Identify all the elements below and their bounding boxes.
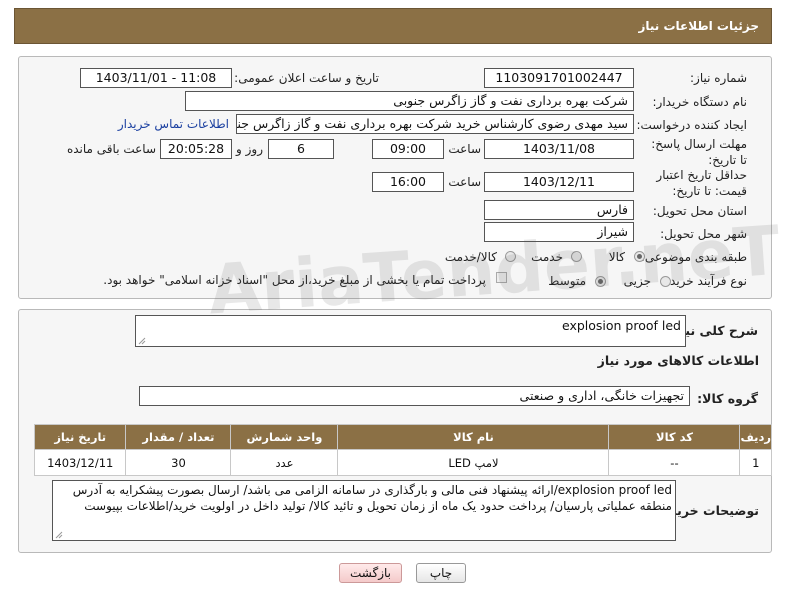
description-field: explosion proof led xyxy=(135,315,686,347)
need-number-field: 1103091701002447 xyxy=(484,68,634,88)
cell-item-name: لامپ LED xyxy=(337,449,610,476)
goods-group-field: تجهیزات خانگی، اداری و صنعتی xyxy=(139,386,690,406)
goods-group-label: گروه کالا: xyxy=(697,391,758,406)
days-label: روز و xyxy=(236,142,263,156)
province-field: فارس xyxy=(484,200,634,220)
description-text: explosion proof led xyxy=(561,318,681,333)
col-item-name: نام کالا xyxy=(337,424,610,450)
col-unit: واحد شمارش xyxy=(230,424,339,450)
days-field: 6 xyxy=(268,139,334,159)
cell-row-number: 1 xyxy=(739,449,772,476)
cell-quantity: 30 xyxy=(125,449,232,476)
col-quantity: تعداد / مقدار xyxy=(125,424,232,450)
need-number-label: شماره نیاز: xyxy=(690,71,747,85)
price-validity-label: حداقل تاریخ اعتبار قیمت: تا تاریخ: xyxy=(656,168,747,198)
price-date-field: 1403/12/11 xyxy=(484,172,634,192)
goods-table-header-row: ردیف کد کالا نام کالا واحد شمارش تعداد /… xyxy=(33,424,772,450)
announce-field: 1403/11/01 - 11:08 xyxy=(80,68,232,88)
creator-label: ایجاد کننده درخواست: xyxy=(636,118,747,132)
reply-date-field: 1403/11/08 xyxy=(484,139,634,159)
page-title: جزئیات اطلاعات نیاز xyxy=(638,19,759,33)
table-row: 1 -- لامپ LED عدد 30 1403/12/11 xyxy=(33,449,772,476)
price-time-label: ساعت xyxy=(448,175,481,189)
resize-grip-icon[interactable] xyxy=(55,531,63,539)
remaining-label: ساعت باقی مانده xyxy=(66,142,156,156)
buyer-contact-link[interactable]: اطلاعات تماس خریدار xyxy=(118,117,229,131)
buyer-notes-field: explosion proof led/ارائه پیشنهاد فنی ما… xyxy=(52,480,676,541)
announce-label: تاریخ و ساعت اعلان عمومی: xyxy=(234,71,379,85)
reply-time-label: ساعت xyxy=(448,142,481,156)
buyer-org-field: شرکت بهره برداری نفت و گاز زاگرس جنوبی xyxy=(185,91,634,111)
col-item-code: کد کالا xyxy=(608,424,741,450)
creator-field: سید مهدی رضوی کارشناس خرید شرکت بهره برد… xyxy=(236,114,634,134)
cell-item-code: -- xyxy=(608,449,741,476)
col-row-number: ردیف xyxy=(739,424,772,450)
remaining-time-field: 20:05:28 xyxy=(160,139,232,159)
cell-need-date: 1403/12/11 xyxy=(33,449,127,476)
resize-grip-icon[interactable] xyxy=(138,337,146,345)
back-button[interactable]: بازگشت xyxy=(339,563,402,583)
goods-table: ردیف کد کالا نام کالا واحد شمارش تعداد /… xyxy=(33,424,772,476)
reply-deadline-label: مهلت ارسال پاسخ: تا تاریخ: xyxy=(651,137,747,167)
print-button[interactable]: چاپ xyxy=(416,563,466,583)
cell-unit: عدد xyxy=(230,449,339,476)
buyer-notes-text: explosion proof led/ارائه پیشنهاد فنی ما… xyxy=(72,483,672,513)
price-time-field: 16:00 xyxy=(372,172,444,192)
goods-info-title: اطلاعات کالاهای مورد نیاز xyxy=(597,353,759,368)
page-header: جزئیات اطلاعات نیاز xyxy=(14,8,772,44)
reply-time-field: 09:00 xyxy=(372,139,444,159)
buyer-org-label: نام دستگاه خریدار: xyxy=(652,95,748,109)
col-need-date: تاریخ نیاز xyxy=(33,424,127,450)
